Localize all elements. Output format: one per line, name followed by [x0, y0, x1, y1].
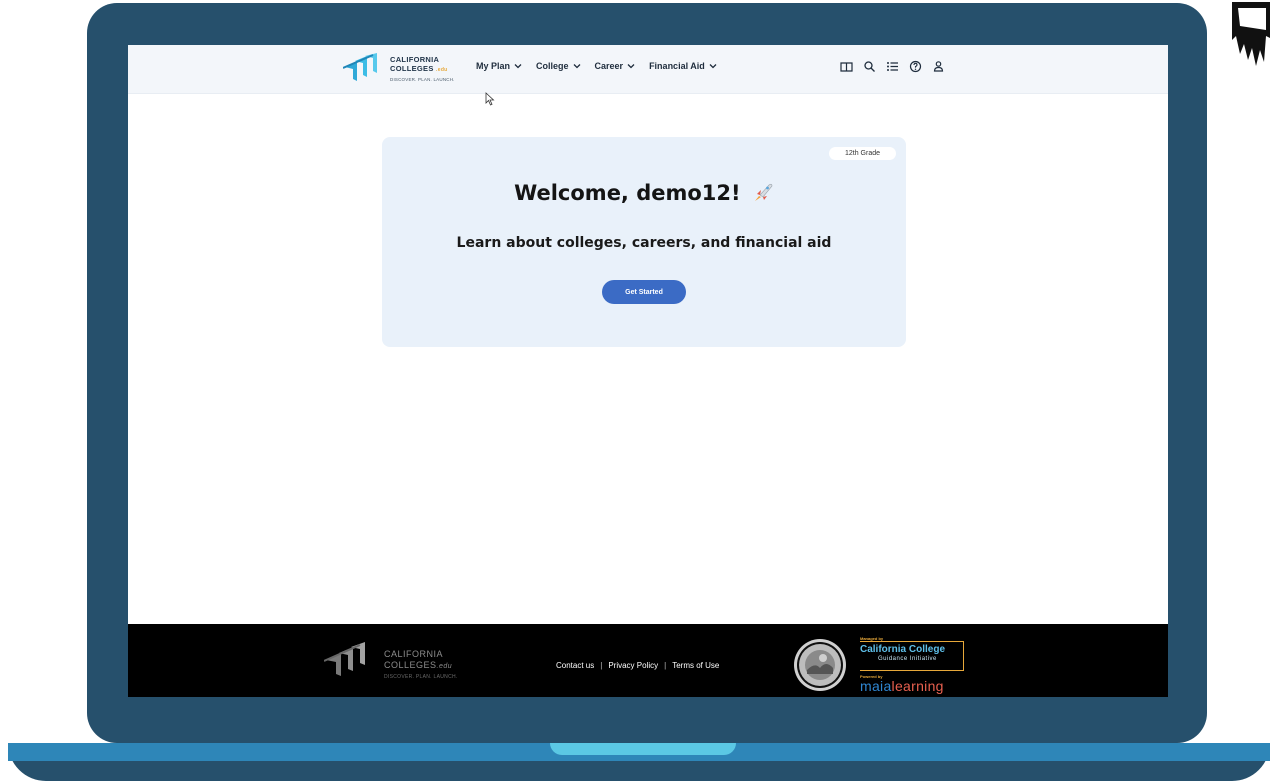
privacy-policy-link[interactable]: Privacy Policy: [608, 661, 658, 670]
footer-logo-colleges: COLLEGES: [384, 660, 437, 670]
nav-career-label: Career: [594, 61, 624, 71]
nav-my-plan[interactable]: My Plan: [476, 61, 522, 71]
welcome-card: 12th Grade Welcome, demo12! Learn about …: [382, 137, 906, 347]
nav-my-plan-label: My Plan: [476, 61, 511, 71]
book-icon[interactable]: [840, 60, 853, 73]
rocket-icon: [754, 183, 773, 201]
footer-california-colleges-logo[interactable]: CALIFORNIA COLLEGES.edu DISCOVER. PLAN. …: [323, 642, 464, 682]
footer: CALIFORNIA COLLEGES.edu DISCOVER. PLAN. …: [128, 624, 1168, 697]
footer-logo-edu: .edu: [436, 663, 453, 670]
corner-decoration-icon: [1232, 2, 1270, 66]
welcome-subtitle: Learn about colleges, careers, and finan…: [456, 235, 832, 251]
logo-tagline: DISCOVER. PLAN. LAUNCH.: [390, 77, 455, 82]
list-icon[interactable]: [886, 60, 899, 73]
chevron-down-icon: [709, 64, 717, 69]
welcome-heading: Welcome, demo12!: [382, 181, 906, 205]
search-icon[interactable]: [863, 60, 876, 73]
state-seal-icon: [794, 639, 846, 691]
learning-text: learning: [891, 678, 944, 694]
chevron-down-icon: [573, 64, 580, 69]
top-navigation-bar: CALIFORNIA COLLEGES .edu DISCOVER. PLAN.…: [128, 45, 1168, 94]
logo-edu: .edu: [436, 67, 448, 73]
ccgi-branding: Managed by California College Guidance I…: [860, 636, 970, 694]
nav-college[interactable]: College: [536, 61, 581, 71]
logo-text: CALIFORNIA COLLEGES .edu DISCOVER. PLAN.…: [390, 55, 455, 82]
grade-badge: 12th Grade: [828, 147, 896, 160]
logo-line1: CALIFORNIA: [390, 55, 440, 64]
maia-text: maia: [860, 678, 892, 694]
footer-links: Contact us | Privacy Policy | Terms of U…: [556, 661, 719, 670]
footer-logo-tagline: DISCOVER. PLAN. LAUNCH.: [384, 674, 458, 680]
logo-colleges: COLLEGES: [390, 64, 434, 73]
nav-icon-group: [840, 60, 945, 73]
chevron-down-icon: [627, 64, 635, 69]
california-colleges-logo[interactable]: CALIFORNIA COLLEGES .edu DISCOVER. PLAN.…: [342, 53, 455, 85]
contact-us-link[interactable]: Contact us: [556, 661, 594, 670]
footer-logo-line1: CALIFORNIA: [384, 649, 444, 659]
maialearning-logo: maialearning: [860, 678, 944, 694]
nav-career[interactable]: Career: [595, 61, 636, 71]
footer-link-divider: |: [600, 661, 603, 670]
help-icon[interactable]: [909, 60, 922, 73]
ccgi-subtitle: Guidance Initiative: [878, 656, 937, 662]
mouse-cursor-icon: [485, 92, 495, 106]
logo-line2: COLLEGES .edu: [390, 64, 455, 75]
get-started-button[interactable]: Get Started: [602, 280, 686, 304]
ccgi-name: California College: [860, 644, 946, 655]
footer-logo-line2: COLLEGES.edu: [384, 660, 458, 672]
nav-financial-aid[interactable]: Financial Aid: [649, 61, 717, 71]
welcome-heading-text: Welcome, demo12!: [514, 181, 741, 205]
user-icon[interactable]: [932, 60, 945, 73]
footer-logo-mark-icon: [323, 642, 365, 676]
laptop-notch: [550, 743, 736, 755]
terms-of-use-link[interactable]: Terms of Use: [672, 661, 719, 670]
footer-logo-text: CALIFORNIA COLLEGES.edu DISCOVER. PLAN. …: [384, 649, 458, 680]
main-nav: My Plan College Career Financial Aid: [476, 61, 717, 71]
logo-mark-icon: [342, 53, 377, 81]
screen: CALIFORNIA COLLEGES .edu DISCOVER. PLAN.…: [128, 45, 1168, 697]
chevron-down-icon: [514, 64, 522, 69]
nav-financial-aid-label: Financial Aid: [649, 61, 705, 71]
nav-college-label: College: [536, 61, 569, 71]
footer-link-divider: |: [664, 661, 667, 670]
